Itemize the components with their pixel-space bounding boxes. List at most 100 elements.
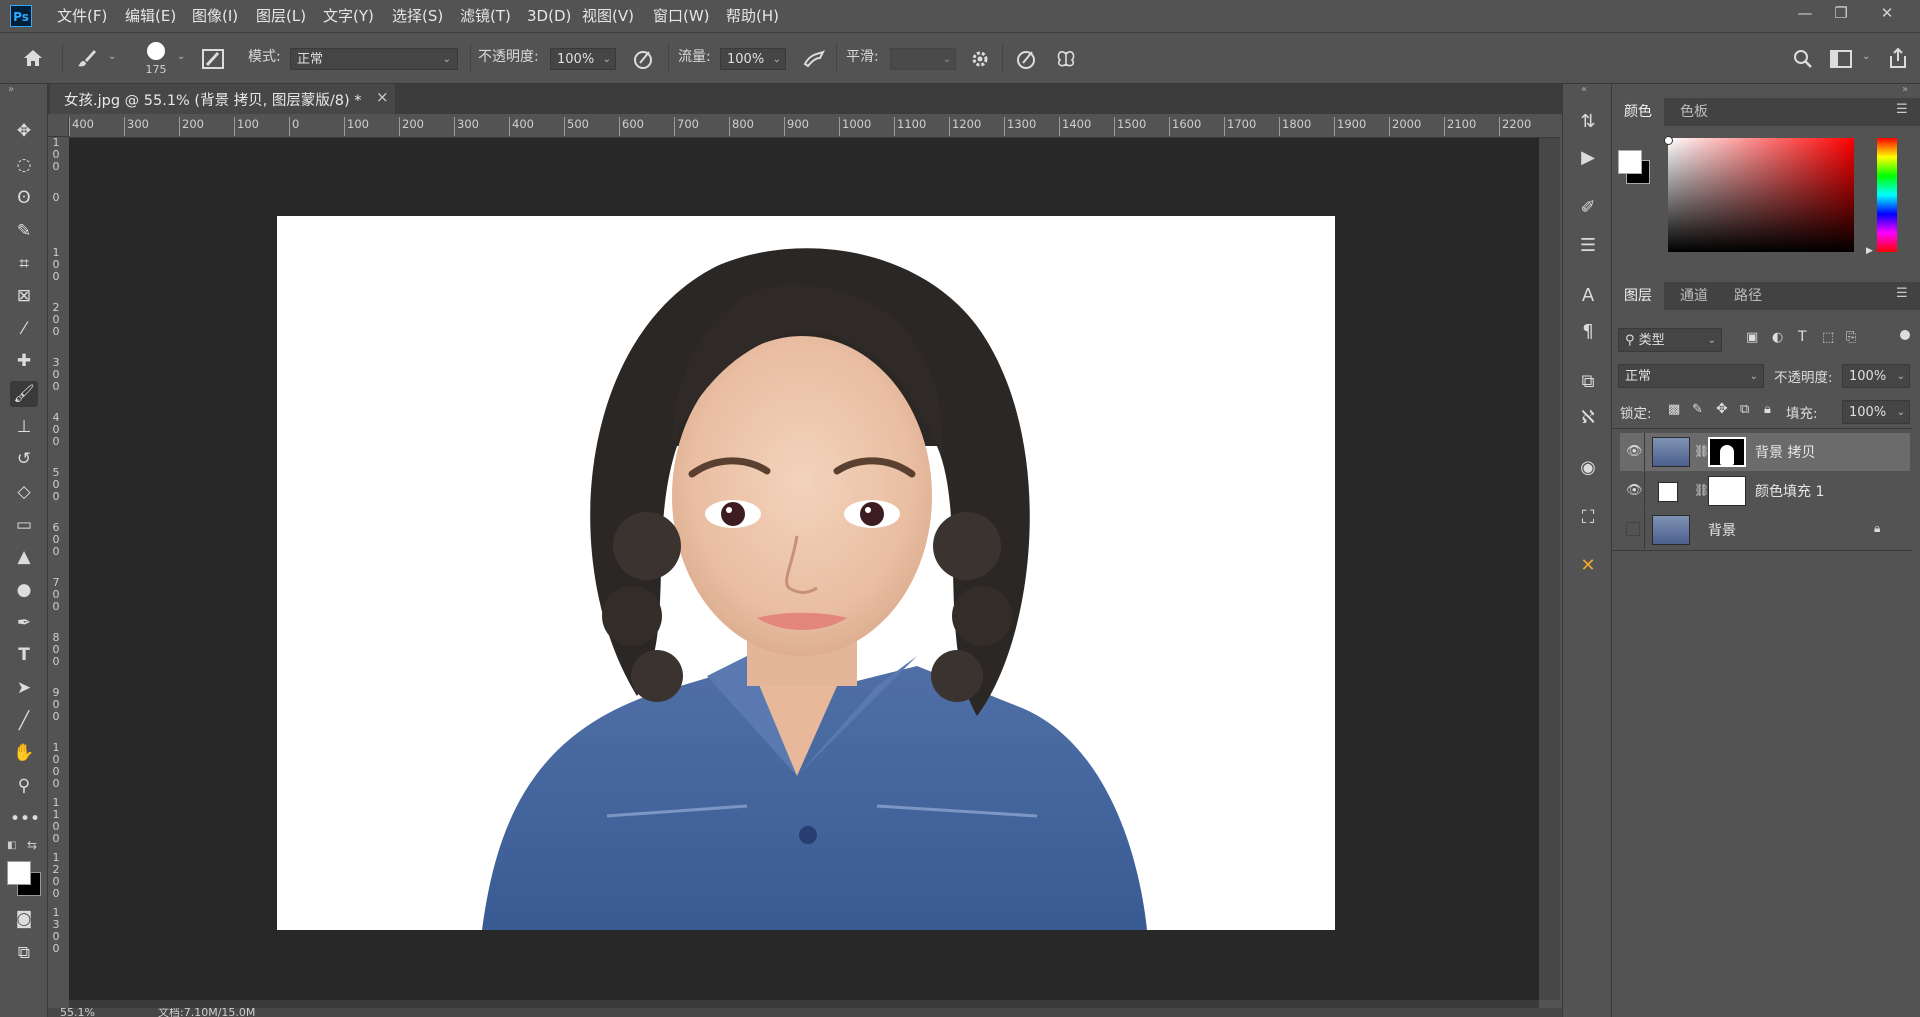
close-window-button[interactable]: ✕ (1864, 0, 1910, 26)
zoom-tool-icon[interactable]: ⚲ (10, 773, 38, 799)
zoom-level[interactable]: 55.1% (60, 1008, 95, 1017)
crop-tool-icon[interactable]: ⌗ (10, 251, 38, 277)
search-icon[interactable] (1793, 49, 1813, 69)
layer-name[interactable]: 颜色填充 1 (1755, 481, 1824, 501)
symmetry-icon[interactable] (1054, 48, 1078, 70)
quick-mask-icon[interactable]: ◙ (10, 906, 38, 932)
share-icon[interactable] (1888, 47, 1908, 69)
lock-all-icon[interactable]: 🔒︎ (1764, 402, 1771, 417)
color-field[interactable] (1668, 138, 1854, 252)
filter-adjustment-icon[interactable]: ◐ (1772, 330, 1783, 345)
blend-mode-select[interactable]: 正常 ⌄ (1618, 364, 1764, 388)
healing-brush-tool-icon[interactable]: ✚ (10, 348, 38, 374)
collapse-arrows-icon[interactable]: » (1902, 84, 1908, 95)
home-icon[interactable] (22, 48, 44, 68)
gradient-tool-icon[interactable]: ▭ (10, 512, 38, 538)
quick-selection-tool-icon[interactable]: ✎ (10, 218, 38, 244)
camera-icon[interactable]: ◉ (1576, 456, 1600, 480)
menu-3d[interactable]: 3D(D) (527, 0, 571, 32)
vertical-scrollbar[interactable] (1539, 138, 1560, 1000)
airbrush-icon[interactable] (802, 48, 826, 70)
default-colors-icon[interactable]: ◧ (7, 840, 16, 851)
filter-shape-icon[interactable]: ⬚ (1822, 330, 1834, 345)
filter-type-icon[interactable]: T (1798, 329, 1807, 345)
brush-tool-icon[interactable] (76, 48, 98, 68)
menu-image[interactable]: 图像(I) (192, 0, 238, 32)
history-brush-tool-icon[interactable]: ↺ (10, 446, 38, 472)
menu-select[interactable]: 选择(S) (392, 0, 443, 32)
type-tool-icon[interactable]: T (10, 642, 38, 668)
layer-row-background-copy[interactable]: 👁︎ ⛓ 背景 拷贝 (1620, 433, 1910, 471)
document-size-info[interactable]: 文档:7.10M/15.0M (158, 1008, 255, 1017)
document-image[interactable] (277, 216, 1335, 930)
lock-transparent-icon[interactable]: ▩ (1668, 402, 1680, 417)
close-tab-button[interactable]: × (376, 88, 389, 106)
brushes-icon[interactable]: ✐ (1576, 196, 1600, 220)
menu-help[interactable]: 帮助(H) (726, 0, 779, 32)
pressure-size-icon[interactable] (1015, 48, 1037, 70)
layer-name[interactable]: 背景 (1708, 520, 1736, 540)
pressure-opacity-icon[interactable] (632, 48, 654, 70)
panel-menu-icon[interactable]: ☰ (1896, 286, 1908, 301)
paragraph-icon[interactable]: ¶ (1576, 320, 1600, 344)
tab-swatches[interactable]: 色板 (1668, 98, 1720, 126)
lock-pixels-icon[interactable]: ✎ (1692, 402, 1703, 417)
lock-position-icon[interactable]: ✥ (1716, 401, 1728, 417)
flow-input[interactable]: 100% ⌄ (720, 48, 786, 70)
tab-color[interactable]: 颜色 (1612, 98, 1664, 126)
layer-opacity-input[interactable]: 100% ⌄ (1842, 364, 1910, 388)
vertical-ruler[interactable]: 1 0 0 0 1 0 0 2 0 0 3 0 0 4 0 0 5 0 0 6 0 0 7 0 … (48, 137, 70, 1010)
lock-artboard-icon[interactable]: ⧉ (1740, 402, 1749, 417)
eyedropper-tool-icon[interactable]: ⁄ (10, 316, 38, 342)
glyphs-icon[interactable]: ℵ (1576, 406, 1600, 430)
layer-thumbnail[interactable] (1652, 437, 1690, 467)
pen-tool-icon[interactable]: ✒ (10, 610, 38, 636)
foreground-color-chip[interactable] (1618, 150, 1642, 174)
link-icon[interactable]: ⛓ (1694, 483, 1709, 497)
visibility-eye-icon[interactable]: 👁︎ (1626, 444, 1643, 460)
visibility-eye-icon[interactable]: 👁︎ (1626, 483, 1643, 499)
fill-input[interactable]: 100% ⌄ (1842, 400, 1910, 424)
panel-menu-icon[interactable]: ☰ (1896, 102, 1908, 117)
marquee-tool-icon[interactable]: ◌ (10, 152, 38, 178)
collapse-arrows-icon[interactable]: « (1581, 84, 1587, 95)
menu-filter[interactable]: 滤镜(T) (460, 0, 511, 32)
chevron-down-icon[interactable]: ⌄ (1862, 51, 1870, 62)
layer-mask-thumbnail[interactable] (1708, 437, 1746, 467)
menu-type[interactable]: 文字(Y) (323, 0, 374, 32)
horizontal-scrollbar[interactable] (69, 1000, 1539, 1008)
mode-select[interactable]: 正常 ⌄ (290, 48, 458, 70)
layer-thumbnail[interactable] (1652, 515, 1690, 545)
person-icon[interactable]: ⛶ (1576, 506, 1600, 530)
filter-pixel-icon[interactable]: ▣ (1746, 330, 1758, 345)
workspace-icon[interactable] (1830, 50, 1852, 68)
color-picker-marker[interactable] (1664, 136, 1673, 145)
adjustments-icon[interactable]: ☰ (1576, 234, 1600, 258)
horizontal-ruler[interactable]: 400 300 200 100 0 100 200 300 400 500 600 700 800 900… (69, 117, 1560, 138)
layer-row-color-fill[interactable]: 👁︎ ⛓ 颜色填充 1 (1620, 472, 1910, 510)
clone-stamp-tool-icon[interactable]: ⊥ (10, 414, 38, 440)
foreground-color-swatch[interactable] (7, 861, 31, 885)
hue-slider[interactable] (1877, 138, 1897, 252)
chevron-down-icon[interactable]: ⌄ (177, 51, 185, 62)
tab-channels[interactable]: 通道 (1668, 282, 1720, 310)
filter-toggle-icon[interactable] (1900, 330, 1910, 340)
tab-layers[interactable]: 图层 (1612, 282, 1664, 310)
layer-name[interactable]: 背景 拷贝 (1755, 442, 1815, 462)
gear-icon[interactable] (970, 49, 990, 69)
blur-tool-icon[interactable]: ▲ (10, 544, 38, 570)
menu-view[interactable]: 视图(V) (582, 0, 634, 32)
filter-smart-object-icon[interactable]: ⎘ (1846, 330, 1856, 345)
dodge-tool-icon[interactable]: ● (10, 577, 38, 603)
swap-colors-icon[interactable]: ⇆ (27, 838, 37, 852)
clone-source-icon[interactable]: ⧉ (1576, 370, 1600, 394)
menu-file[interactable]: 文件(F) (57, 0, 107, 32)
layer-row-background[interactable]: 背景 🔒︎ (1620, 511, 1910, 549)
collapse-arrows-icon[interactable]: » (8, 84, 14, 95)
screen-mode-icon[interactable]: ⧉ (10, 940, 38, 966)
tab-paths[interactable]: 路径 (1722, 282, 1774, 310)
smoothing-input[interactable]: ⌄ (890, 48, 956, 70)
menu-window[interactable]: 窗口(W) (653, 0, 710, 32)
restore-button[interactable]: ❐ (1818, 0, 1864, 26)
ruler-origin[interactable] (48, 117, 69, 137)
